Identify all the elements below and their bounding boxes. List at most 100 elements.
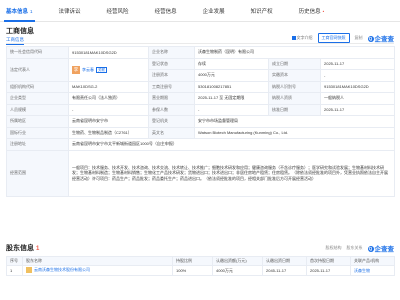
industry-label: 国标行业 xyxy=(6,126,69,139)
org-label: 组织机构代码 xyxy=(6,80,69,93)
checkbox-icon xyxy=(291,35,296,40)
relation-tag[interactable]: 关联 xyxy=(96,66,107,73)
staff-value: - xyxy=(68,103,149,116)
col-header: 持股比例 xyxy=(172,256,213,266)
brand-logo: Q 企查查 xyxy=(367,33,395,43)
paid-label: 实缴资本 xyxy=(268,69,321,82)
first-hold-date: 2025-11-17 xyxy=(306,265,351,276)
equity-structure-button[interactable]: 股权结构 xyxy=(326,245,342,251)
business-info-table: 统一社会信用代码 91530181MAK10DSG2D 企业名称 沃森生物制药（… xyxy=(6,46,395,197)
company-logo-icon xyxy=(26,267,32,274)
tab-count: 1 xyxy=(30,8,33,14)
table-row: 国标行业 生物药、生物制品制造（C2761） 英文名 Watson Biotec… xyxy=(6,126,395,139)
tax-value[interactable]: 91530181MAK10DSG2D xyxy=(320,80,395,93)
related-product[interactable]: 沃森生物 xyxy=(350,265,395,276)
industry-value: 生物药、生物制品制造（C2761） xyxy=(68,126,149,139)
taxpayer-label: 纳税人资质 xyxy=(268,92,321,105)
address-value[interactable]: 云南省昆明市安宁市太平新城街道园区1000号（自主申报） xyxy=(68,138,395,151)
authority-label: 登记机关 xyxy=(148,115,195,128)
scope-label: 经营范围 xyxy=(6,149,69,197)
tab-label: 企业发展 xyxy=(202,8,225,15)
table-row: 所属地区 云南省昆明市安宁市 登记机关 安宁市市场监督管理局 xyxy=(6,115,395,128)
status-value: 存续 xyxy=(194,57,269,70)
tab-label: 经营风险 xyxy=(106,8,129,15)
est-label: 成立日期 xyxy=(268,57,321,70)
shareholder-table: 序号 股东名称 持股比例 认缴出资额(万元) 认缴出资日期 首次持股日期 关联产… xyxy=(6,256,395,276)
checkbox-label: 文字介绍 xyxy=(296,35,313,40)
tab-label: 知识产权 xyxy=(250,8,273,15)
shareholder-name[interactable]: 云南沃森生物技术股份有限公司 xyxy=(22,265,173,276)
paid-value: - xyxy=(320,69,395,82)
company-name[interactable]: 沃森生物制药（昆明）有限公司 xyxy=(194,46,395,59)
table-row: 统一社会信用代码 91530181MAK10DSG2D 企业名称 沃森生物制药（… xyxy=(6,46,395,59)
tax-label: 纳税人识别号 xyxy=(268,80,321,93)
legal-label: 法定代表人 xyxy=(6,57,69,82)
table-row: 法定代表人 李李云春 关联 登记状态 存续 成立日期 2025-11-17 xyxy=(6,57,395,82)
term-label: 营业期限 xyxy=(148,92,195,105)
tab-label: 法律诉讼 xyxy=(58,8,81,15)
taxpayer-value: 一般纳税人 xyxy=(320,92,395,105)
insured-label: 参保人数 xyxy=(148,103,195,116)
avatar: 李 xyxy=(72,65,80,74)
address-label: 注册地址 xyxy=(6,138,69,151)
tab-operation[interactable]: 经营信息 xyxy=(155,7,177,15)
hot-dot: • xyxy=(322,8,325,14)
tab-development[interactable]: 企业发展 xyxy=(203,7,225,15)
col-header: 首次持股日期 xyxy=(306,256,351,266)
brand-text: 企查查 xyxy=(374,246,395,253)
legal-rep[interactable]: 李李云春 关联 xyxy=(68,57,149,82)
col-header: 股东名称 xyxy=(22,256,173,266)
region-label: 所属地区 xyxy=(6,115,69,128)
brand-logo: Q 企查查 xyxy=(367,243,395,253)
tab-label: 经营信息 xyxy=(154,8,177,15)
col-header: 序号 xyxy=(6,256,23,266)
tab-label: 历史信息 xyxy=(298,8,321,15)
table-row: 注册地址 云南省昆明市安宁市太平新城街道园区1000号（自主申报） xyxy=(6,138,395,151)
reg-no-value[interactable]: 530181008217851 xyxy=(194,80,269,93)
top-tabs: 基本信息 1 法律诉讼 经营风险 经营信息 企业发展 知识产权 历史信息 • xyxy=(0,0,400,22)
shareholder-tools: 股权结构 股东关系 Q 企查查 xyxy=(326,243,395,253)
share-ratio: 100% xyxy=(172,265,213,276)
en-name-value: Watson Biotech Manufacturing (Kunming) C… xyxy=(194,126,395,139)
toolbar: 文字介绍 工商官网快照 复制 Q 企查查 xyxy=(291,33,395,43)
credit-code[interactable]: 91530181MAK10DSG2D xyxy=(68,46,149,59)
region-value[interactable]: 云南省昆明市安宁市 xyxy=(68,115,149,128)
text-intro-toggle[interactable]: 文字介绍 xyxy=(291,35,313,41)
col-header: 认缴出资额(万元) xyxy=(212,256,263,266)
col-header: 认缴出资日期 xyxy=(262,256,307,266)
table-row: 企业类型 有限责任公司（法人独资） 营业期限 2025-11-17 至 无固定期… xyxy=(6,92,395,105)
qcc-icon: Q xyxy=(367,246,374,253)
status-label: 登记状态 xyxy=(148,57,195,70)
approve-value: 2025-11-17 xyxy=(320,103,395,116)
tab-history[interactable]: 历史信息 • xyxy=(299,7,325,15)
table-row: 人员规模 - 参保人数 - 核准日期 2025-11-17 xyxy=(6,103,395,116)
staff-label: 人员规模 xyxy=(6,103,69,116)
qcc-icon: Q xyxy=(367,36,374,43)
copy-button[interactable]: 复制 xyxy=(355,35,363,41)
shareholder-relation-button[interactable]: 股东关系 xyxy=(347,245,363,251)
table-header-row: 序号 股东名称 持股比例 认缴出资额(万元) 认缴出资日期 首次持股日期 关联产… xyxy=(6,256,395,266)
subscribed-date: 2045-11-17 xyxy=(262,265,307,276)
table-row: 组织机构代码 MAK10DSG-2 工商注册号 530181008217851 … xyxy=(6,80,395,93)
capital-label: 注册资本 xyxy=(148,69,195,82)
section-count: 1 xyxy=(35,246,40,252)
authority-value: 安宁市市场监督管理局 xyxy=(194,115,395,128)
shareholder-link[interactable]: 云南沃森生物技术股份有限公司 xyxy=(34,268,90,273)
snapshot-button[interactable]: 工商官网快照 xyxy=(317,33,350,43)
name-label: 企业名称 xyxy=(148,46,195,59)
tab-legal[interactable]: 法律诉讼 xyxy=(59,7,81,15)
section-title-text: 股东信息 xyxy=(6,245,34,252)
type-label: 企业类型 xyxy=(6,92,69,105)
tab-ip[interactable]: 知识产权 xyxy=(251,7,273,15)
org-value[interactable]: MAK10DSG-2 xyxy=(68,80,149,93)
tab-risk[interactable]: 经营风险 xyxy=(107,7,129,15)
legal-name-link[interactable]: 李云春 xyxy=(82,67,94,72)
row-index: 1 xyxy=(6,265,23,276)
section-title: 工商信息 xyxy=(6,28,34,35)
tab-basic[interactable]: 基本信息 1 xyxy=(4,7,35,22)
term-value: 2025-11-17 至 无固定期限 xyxy=(194,92,269,105)
brand-text: 企查查 xyxy=(374,36,395,43)
reg-no-label: 工商注册号 xyxy=(148,80,195,93)
credit-code-label: 统一社会信用代码 xyxy=(6,46,69,59)
type-value: 有限责任公司（法人独资） xyxy=(68,92,149,105)
